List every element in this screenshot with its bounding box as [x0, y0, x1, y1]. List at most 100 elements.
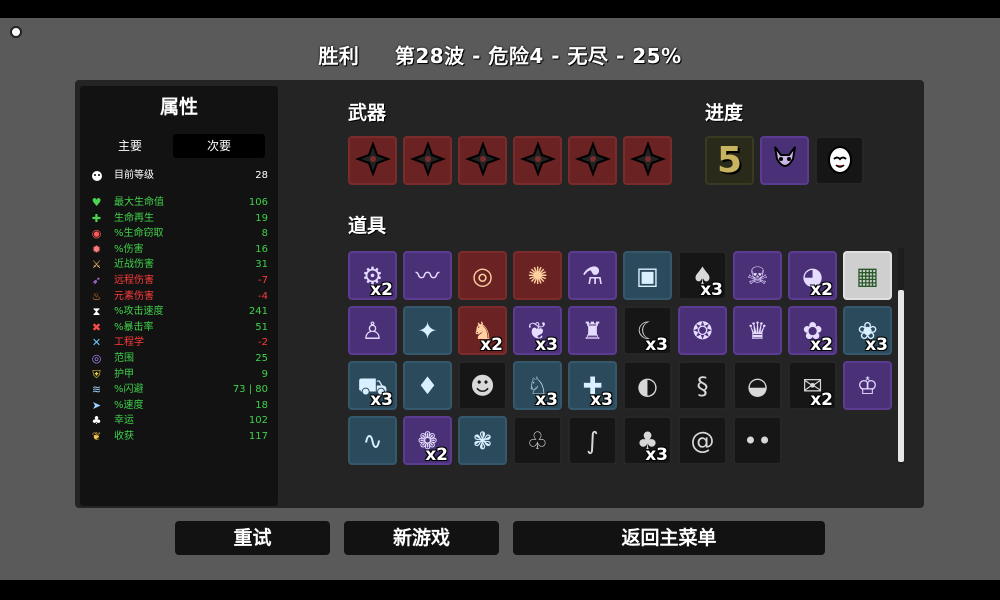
stat-label: 幸运: [114, 415, 134, 427]
item-count: x2: [425, 445, 448, 465]
shuriken-icon: [629, 140, 666, 181]
item-slot[interactable]: @: [678, 416, 727, 465]
stat-row: ✕ 工程学 -2: [86, 335, 268, 350]
stat-label: 元素伤害: [114, 290, 154, 302]
items-title: 道具: [348, 215, 387, 237]
stat-row: ⚔ 近战伤害 31: [86, 257, 268, 272]
pause-dot-icon[interactable]: [10, 26, 22, 38]
statue-icon: ♙: [361, 316, 384, 345]
item-slot[interactable]: §: [678, 361, 727, 410]
dodge-icon: ≋: [91, 383, 102, 397]
item-slot[interactable]: ⚗: [568, 251, 617, 300]
item-slot[interactable]: ◐: [623, 361, 672, 410]
scarf-icon: 〰: [415, 261, 440, 290]
item-slot[interactable]: ♙: [348, 306, 397, 355]
stat-value: 8: [261, 228, 268, 240]
item-slot[interactable]: ◎: [458, 251, 507, 300]
tab-primary-stats[interactable]: 主要: [84, 134, 176, 158]
result-label: 胜利: [318, 44, 360, 68]
item-slot[interactable]: ❁ x2: [403, 416, 452, 465]
item-slot[interactable]: ◒: [733, 361, 782, 410]
item-slot[interactable]: ⚙ x2: [348, 251, 397, 300]
new-game-button[interactable]: 新游戏: [344, 521, 499, 555]
progress-title: 进度: [705, 102, 744, 124]
item-slot[interactable]: ♠ x3: [678, 251, 727, 300]
item-slot[interactable]: ▦: [843, 251, 892, 300]
flamingo-icon: ♧: [526, 426, 549, 455]
weapon-slot[interactable]: [568, 136, 617, 185]
item-slot[interactable]: ✿ x2: [788, 306, 837, 355]
item-slot[interactable]: ☻: [458, 361, 507, 410]
item-slot[interactable]: ❦ x3: [513, 306, 562, 355]
retry-button[interactable]: 重试: [175, 521, 330, 555]
armor-icon: ⛨: [92, 367, 101, 381]
spiral-icon: @: [690, 426, 715, 455]
item-slot[interactable]: ✺: [513, 251, 562, 300]
item-slot[interactable]: ❀ x3: [843, 306, 892, 355]
item-slot[interactable]: ☾ x3: [623, 306, 672, 355]
item-slot[interactable]: ••: [733, 416, 782, 465]
item-slot[interactable]: ♜: [568, 306, 617, 355]
stat-label: 生命再生: [114, 212, 154, 224]
stat-value: 31: [255, 259, 268, 271]
weapon-slot[interactable]: [403, 136, 452, 185]
item-slot[interactable]: ▣: [623, 251, 672, 300]
item-slot[interactable]: ♣ x3: [623, 416, 672, 465]
skull-mask-icon: ☠: [746, 261, 769, 290]
weapon-slot[interactable]: [623, 136, 672, 185]
item-count: x3: [370, 390, 393, 410]
stat-value: -7: [258, 275, 268, 286]
monkey-icon: ☻: [469, 371, 496, 400]
item-count: x3: [535, 335, 558, 355]
item-slot[interactable]: ∫: [568, 416, 617, 465]
item-slot[interactable]: ♦: [403, 361, 452, 410]
machine-icon: ▦: [856, 261, 879, 290]
item-slot[interactable]: ☠: [733, 251, 782, 300]
item-slot[interactable]: ∿: [348, 416, 397, 465]
stat-row: ◎ 范围 25: [86, 351, 268, 366]
stat-value: 25: [255, 353, 268, 364]
item-count: x3: [865, 335, 888, 355]
item-slot[interactable]: ⛟ x3: [348, 361, 397, 410]
item-slot[interactable]: ❂: [678, 306, 727, 355]
stat-value: -2: [258, 337, 268, 349]
main-menu-button[interactable]: 返回主菜单: [513, 521, 825, 555]
item-slot[interactable]: ♘ x3: [513, 361, 562, 410]
stat-row: ➶ 远程伤害 -7: [86, 273, 268, 288]
bird-skull-icon: ◐: [637, 371, 658, 400]
stat-value: 106: [248, 197, 268, 208]
item-slot[interactable]: ✚ x3: [568, 361, 617, 410]
heart-icon: ♥: [91, 196, 102, 209]
weapon-slot[interactable]: [348, 136, 397, 185]
stat-row: ✖ %暴击率 51: [86, 320, 268, 335]
progress-slot-demon[interactable]: [760, 136, 809, 185]
item-slot[interactable]: 〰: [403, 251, 452, 300]
item-slot[interactable]: ♞ x2: [458, 306, 507, 355]
speed-icon: ➤: [91, 398, 102, 412]
weapon-slot[interactable]: [513, 136, 562, 185]
items-scrollbar-thumb[interactable]: [898, 290, 904, 462]
item-slot[interactable]: ✦: [403, 306, 452, 355]
item-slot[interactable]: ♧: [513, 416, 562, 465]
item-slot[interactable]: ✉ x2: [788, 361, 837, 410]
tab-secondary-stats[interactable]: 次要: [173, 134, 265, 158]
item-slot[interactable]: ◕ x2: [788, 251, 837, 300]
snake-icon: §: [696, 371, 709, 400]
progress-slot-egg[interactable]: [815, 136, 864, 185]
progress-slot-wave[interactable]: 5: [705, 136, 754, 185]
item-slot[interactable]: ❃: [458, 416, 507, 465]
stat-row: ♣ 幸运 102: [86, 413, 268, 428]
item-count: x3: [590, 390, 613, 410]
stats-title: 属性: [159, 96, 198, 118]
regen-icon: ✚: [91, 211, 102, 225]
stat-label: %速度: [114, 399, 144, 411]
item-count: x3: [700, 280, 723, 300]
run-info-label: 第28波 - 危险4 - 无尽 - 25%: [394, 44, 682, 68]
crit-icon: ✖: [91, 320, 102, 334]
item-slot[interactable]: ♛: [733, 306, 782, 355]
snowflake-icon: ✺: [527, 261, 548, 290]
stat-label: 工程学: [114, 337, 144, 349]
item-slot[interactable]: ♔: [843, 361, 892, 410]
weapon-slot[interactable]: [458, 136, 507, 185]
attack-speed-icon: ⧗: [92, 305, 101, 319]
